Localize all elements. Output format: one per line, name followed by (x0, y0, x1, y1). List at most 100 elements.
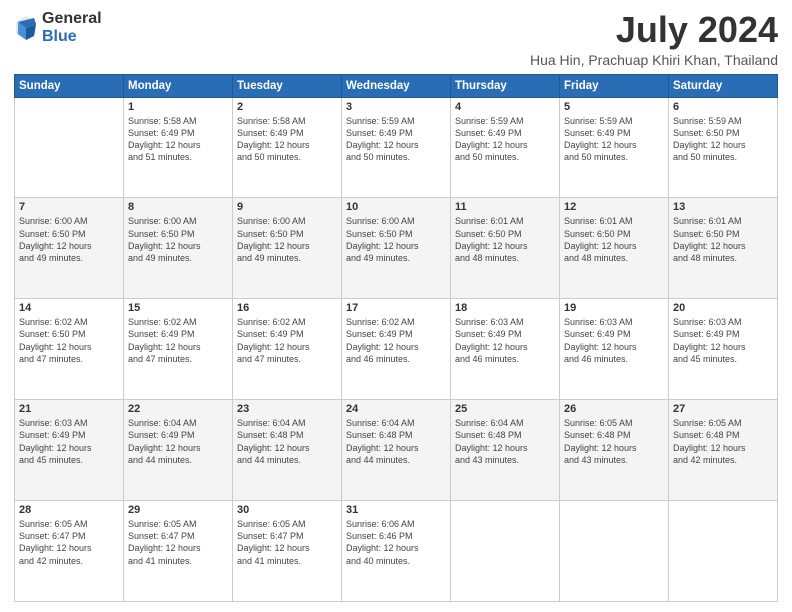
calendar-table: Sunday Monday Tuesday Wednesday Thursday… (14, 74, 778, 602)
calendar-cell: 19Sunrise: 6:03 AM Sunset: 6:49 PM Dayli… (560, 299, 669, 400)
calendar-cell: 29 Sunrise: 6:05 AM Sunset: 6:47 PM Dayli… (124, 501, 233, 602)
header-row: Sunday Monday Tuesday Wednesday Thursday… (15, 74, 778, 97)
calendar-cell: 1 Sunrise: 5:58 AM Sunset: 6:49 PM Daylig… (124, 97, 233, 198)
calendar-cell: 28 Sunrise: 6:05 AM Sunset: 6:47 PM Dayli… (15, 501, 124, 602)
day-number: 10 (346, 201, 446, 213)
day-number: 14 (19, 302, 119, 314)
logo-blue-text: Blue (42, 28, 102, 46)
calendar-cell: 10 Sunrise: 6:00 AM Sunset: 6:50 PM Dayli… (342, 198, 451, 299)
day-number: 20 (673, 302, 773, 314)
calendar-cell: 11Sunrise: 6:01 AM Sunset: 6:50 PM Dayli… (451, 198, 560, 299)
calendar-cell (560, 501, 669, 602)
header-friday: Friday (560, 74, 669, 97)
header-sunday: Sunday (15, 74, 124, 97)
day-number: 23 (237, 403, 337, 415)
header-tuesday: Tuesday (233, 74, 342, 97)
page: General Blue July 2024 Hua Hin, Prachuap… (0, 0, 792, 612)
cell-info: Sunrise: 6:05 AM Sunset: 6:48 PM Dayligh… (564, 417, 664, 466)
header-monday: Monday (124, 74, 233, 97)
day-number: 3 (346, 101, 446, 113)
calendar-body: 1 Sunrise: 5:58 AM Sunset: 6:49 PM Daylig… (15, 97, 778, 601)
title-block: July 2024 Hua Hin, Prachuap Khiri Khan, … (530, 10, 778, 68)
day-number: 4 (455, 101, 555, 113)
cell-info: Sunrise: 6:04 AM Sunset: 6:48 PM Dayligh… (346, 417, 446, 466)
cell-info: Sunrise: 6:05 AM Sunset: 6:48 PM Dayligh… (673, 417, 773, 466)
header-wednesday: Wednesday (342, 74, 451, 97)
cell-info: Sunrise: 6:02 AM Sunset: 6:49 PM Dayligh… (128, 316, 228, 365)
day-number: 1 (128, 101, 228, 113)
calendar-cell: 4Sunrise: 5:59 AM Sunset: 6:49 PM Daylig… (451, 97, 560, 198)
calendar-cell (451, 501, 560, 602)
cell-info: Sunrise: 6:01 AM Sunset: 6:50 PM Dayligh… (455, 215, 555, 264)
calendar-cell: 5Sunrise: 5:59 AM Sunset: 6:49 PM Daylig… (560, 97, 669, 198)
header: General Blue July 2024 Hua Hin, Prachuap… (14, 10, 778, 68)
calendar-cell (15, 97, 124, 198)
subtitle: Hua Hin, Prachuap Khiri Khan, Thailand (530, 52, 778, 68)
cell-info: Sunrise: 6:00 AM Sunset: 6:50 PM Dayligh… (128, 215, 228, 264)
cell-info: Sunrise: 5:59 AM Sunset: 6:50 PM Dayligh… (673, 115, 773, 164)
week-row-0: 1 Sunrise: 5:58 AM Sunset: 6:49 PM Daylig… (15, 97, 778, 198)
week-row-2: 14 Sunrise: 6:02 AM Sunset: 6:50 PM Dayli… (15, 299, 778, 400)
day-number: 15 (128, 302, 228, 314)
calendar-cell: 31 Sunrise: 6:06 AM Sunset: 6:46 PM Dayli… (342, 501, 451, 602)
day-number: 17 (346, 302, 446, 314)
day-number: 21 (19, 403, 119, 415)
day-number: 9 (237, 201, 337, 213)
calendar-cell: 26 Sunrise: 6:05 AM Sunset: 6:48 PM Dayli… (560, 400, 669, 501)
cell-info: Sunrise: 6:03 AM Sunset: 6:49 PM Dayligh… (455, 316, 555, 365)
day-number: 26 (564, 403, 664, 415)
header-thursday: Thursday (451, 74, 560, 97)
day-number: 30 (237, 504, 337, 516)
calendar-cell: 20 Sunrise: 6:03 AM Sunset: 6:49 PM Dayli… (669, 299, 778, 400)
calendar-cell: 16 Sunrise: 6:02 AM Sunset: 6:49 PM Dayli… (233, 299, 342, 400)
calendar-cell: 24 Sunrise: 6:04 AM Sunset: 6:48 PM Dayli… (342, 400, 451, 501)
day-number: 13 (673, 201, 773, 213)
calendar-cell: 9 Sunrise: 6:00 AM Sunset: 6:50 PM Daylig… (233, 198, 342, 299)
cell-info: Sunrise: 6:00 AM Sunset: 6:50 PM Dayligh… (237, 215, 337, 264)
calendar-cell: 2 Sunrise: 5:58 AM Sunset: 6:49 PM Daylig… (233, 97, 342, 198)
cell-info: Sunrise: 6:02 AM Sunset: 6:49 PM Dayligh… (346, 316, 446, 365)
cell-info: Sunrise: 6:04 AM Sunset: 6:48 PM Dayligh… (237, 417, 337, 466)
week-row-3: 21 Sunrise: 6:03 AM Sunset: 6:49 PM Dayli… (15, 400, 778, 501)
week-row-4: 28 Sunrise: 6:05 AM Sunset: 6:47 PM Dayli… (15, 501, 778, 602)
main-title: July 2024 (530, 10, 778, 50)
day-number: 25 (455, 403, 555, 415)
cell-info: Sunrise: 6:03 AM Sunset: 6:49 PM Dayligh… (673, 316, 773, 365)
calendar-cell: 21 Sunrise: 6:03 AM Sunset: 6:49 PM Dayli… (15, 400, 124, 501)
calendar-cell: 23 Sunrise: 6:04 AM Sunset: 6:48 PM Dayli… (233, 400, 342, 501)
cell-info: Sunrise: 6:04 AM Sunset: 6:49 PM Dayligh… (128, 417, 228, 466)
cell-info: Sunrise: 6:06 AM Sunset: 6:46 PM Dayligh… (346, 518, 446, 567)
week-row-1: 7Sunrise: 6:00 AM Sunset: 6:50 PM Daylig… (15, 198, 778, 299)
cell-info: Sunrise: 6:05 AM Sunset: 6:47 PM Dayligh… (19, 518, 119, 567)
cell-info: Sunrise: 6:05 AM Sunset: 6:47 PM Dayligh… (128, 518, 228, 567)
calendar-cell: 17 Sunrise: 6:02 AM Sunset: 6:49 PM Dayli… (342, 299, 451, 400)
calendar-cell: 8Sunrise: 6:00 AM Sunset: 6:50 PM Daylig… (124, 198, 233, 299)
calendar-cell: 6 Sunrise: 5:59 AM Sunset: 6:50 PM Daylig… (669, 97, 778, 198)
logo-text: General Blue (42, 10, 102, 45)
cell-info: Sunrise: 6:05 AM Sunset: 6:47 PM Dayligh… (237, 518, 337, 567)
day-number: 29 (128, 504, 228, 516)
day-number: 18 (455, 302, 555, 314)
cell-info: Sunrise: 5:58 AM Sunset: 6:49 PM Dayligh… (237, 115, 337, 164)
day-number: 24 (346, 403, 446, 415)
day-number: 28 (19, 504, 119, 516)
day-number: 2 (237, 101, 337, 113)
logo-icon (14, 14, 38, 42)
calendar-cell: 7Sunrise: 6:00 AM Sunset: 6:50 PM Daylig… (15, 198, 124, 299)
cell-info: Sunrise: 6:04 AM Sunset: 6:48 PM Dayligh… (455, 417, 555, 466)
logo: General Blue (14, 10, 102, 45)
cell-info: Sunrise: 6:02 AM Sunset: 6:50 PM Dayligh… (19, 316, 119, 365)
day-number: 31 (346, 504, 446, 516)
logo-general-text: General (42, 10, 102, 28)
calendar-cell: 13Sunrise: 6:01 AM Sunset: 6:50 PM Dayli… (669, 198, 778, 299)
day-number: 6 (673, 101, 773, 113)
header-saturday: Saturday (669, 74, 778, 97)
cell-info: Sunrise: 6:00 AM Sunset: 6:50 PM Dayligh… (19, 215, 119, 264)
calendar-cell: 3Sunrise: 5:59 AM Sunset: 6:49 PM Daylig… (342, 97, 451, 198)
cell-info: Sunrise: 6:00 AM Sunset: 6:50 PM Dayligh… (346, 215, 446, 264)
cell-info: Sunrise: 6:02 AM Sunset: 6:49 PM Dayligh… (237, 316, 337, 365)
calendar-cell: 18 Sunrise: 6:03 AM Sunset: 6:49 PM Dayli… (451, 299, 560, 400)
cell-info: Sunrise: 6:03 AM Sunset: 6:49 PM Dayligh… (19, 417, 119, 466)
day-number: 16 (237, 302, 337, 314)
cell-info: Sunrise: 5:58 AM Sunset: 6:49 PM Dayligh… (128, 115, 228, 164)
